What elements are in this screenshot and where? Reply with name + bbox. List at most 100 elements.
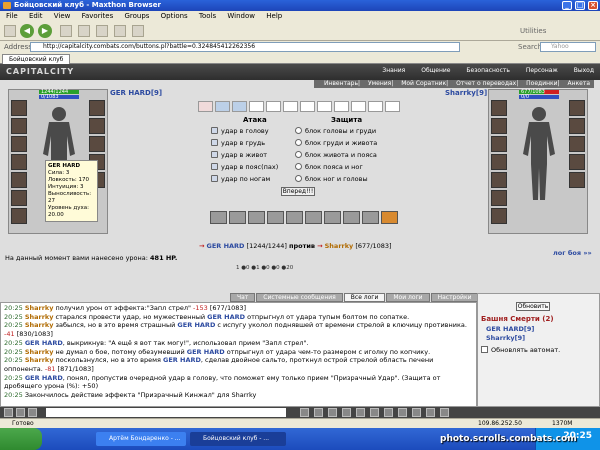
chat-input[interactable] [46,408,286,417]
start-button[interactable] [0,428,42,450]
slot-shield[interactable] [89,118,105,134]
subnav-fights[interactable]: Поединки [526,80,557,87]
subnav-skills[interactable]: Умения [368,80,391,87]
trick-icon[interactable] [381,211,398,224]
defense-radio[interactable] [295,163,302,170]
menu-tools[interactable]: Tools [199,12,216,20]
slot-rings[interactable] [491,208,507,224]
subnav-inventory[interactable]: Инвентарь [324,80,358,87]
back-icon[interactable]: ◀ [20,24,34,38]
maximize-button[interactable]: □ [575,1,585,10]
action-icon[interactable] [342,408,351,417]
smile-icon[interactable] [16,408,25,417]
nav-security[interactable]: Безопасность [466,67,510,74]
sidebar-player2[interactable]: Sharrky[9] [486,334,525,342]
slot-amulet[interactable] [491,136,507,152]
menu-favorites[interactable]: Favorites [82,12,114,20]
action-icon[interactable] [384,408,393,417]
stop-icon[interactable] [60,25,72,37]
spell-slot[interactable] [266,101,281,112]
slot-earrings[interactable] [11,118,27,134]
subnav-profile[interactable]: Анкета [567,80,590,87]
subnav-companion[interactable]: Мой Соратник [401,80,446,87]
slot-shield[interactable] [569,118,585,134]
attack-option-belly[interactable]: удар в живот [211,151,267,160]
attack-radio[interactable] [211,127,218,134]
taskbar-item[interactable]: Бойцовский клуб - ... [190,432,286,446]
attack-option-chest[interactable]: удар в грудь [211,139,265,148]
spell-slot[interactable] [385,101,400,112]
versus-player1[interactable]: GER HARD [207,242,245,250]
defense-radio[interactable] [295,151,302,158]
refresh-icon[interactable] [78,25,90,37]
slot-belt[interactable] [11,190,27,206]
tab-my-logs[interactable]: Мои логи [386,293,430,302]
defense-option-belly-belt[interactable]: блок живота и пояса [295,151,377,160]
nav-knowledge[interactable]: Знания [382,67,405,74]
attack-radio[interactable] [211,163,218,170]
defense-radio[interactable] [295,127,302,134]
subnav-transfers[interactable]: Отчет о переводах [456,80,516,87]
tab-system[interactable]: Системные сообщения [256,293,343,302]
versus-player2[interactable]: Sharrky [325,242,354,250]
utilities-label[interactable]: Utilities [520,27,546,35]
action-icon[interactable] [440,408,449,417]
slot-boots[interactable] [569,154,585,170]
minimize-button[interactable]: _ [562,1,572,10]
trick-icon[interactable] [305,211,322,224]
checkbox-icon[interactable] [481,346,488,353]
slot-helmet[interactable] [11,100,27,116]
menu-edit[interactable]: Edit [29,12,43,20]
action-icon[interactable] [300,408,309,417]
defense-option-belt-legs[interactable]: блок пояса и ног [295,163,363,172]
slot-belt[interactable] [491,190,507,206]
tab-all-logs[interactable]: Все логи [343,293,386,302]
nav-chat[interactable]: Общение [421,67,450,74]
defense-option-head-chest[interactable]: блок головы и груди [295,127,376,136]
menu-view[interactable]: View [54,12,71,20]
attack-option-groin[interactable]: удар в пояс(пах) [211,163,278,172]
groups-icon[interactable] [132,25,144,37]
trick-icon[interactable] [362,211,379,224]
spell-slot[interactable] [334,101,349,112]
defense-radio[interactable] [295,139,302,146]
spell-slot[interactable] [249,101,264,112]
action-icon[interactable] [412,408,421,417]
slot-weapon[interactable] [491,154,507,170]
action-icon[interactable] [328,408,337,417]
close-button[interactable]: × [588,1,598,10]
attack-option-head[interactable]: удар в голову [211,127,269,136]
tab-combats[interactable]: Бойцовский клуб [2,54,71,64]
tab-settings[interactable]: Настройки [430,293,479,302]
spell-slot[interactable] [368,101,383,112]
spell-slot[interactable] [351,101,366,112]
nav-exit[interactable]: Выход [574,67,594,74]
home-icon[interactable] [96,25,108,37]
trick-icon[interactable] [343,211,360,224]
forward-icon[interactable]: ▶ [38,24,52,38]
slot-weapon[interactable] [11,154,27,170]
slot-armor[interactable] [491,172,507,188]
battle-log-link[interactable]: лог боя »» [553,249,592,257]
attack-radio[interactable] [211,139,218,146]
clear-icon[interactable] [28,408,37,417]
action-icon[interactable] [314,408,323,417]
attack-option-legs[interactable]: удар по ногам [211,175,270,184]
taskbar-item[interactable]: Артём Бондаренко - ... [96,432,186,446]
defense-option-chest-belly[interactable]: блок груди и живота [295,139,377,148]
menu-groups[interactable]: Groups [124,12,149,20]
slot-amulet[interactable] [11,136,27,152]
action-icon[interactable] [398,408,407,417]
slot-rings[interactable] [11,208,27,224]
spell-slot[interactable] [300,101,315,112]
auto-refresh-checkbox[interactable]: Обновлять автомат. [481,346,560,354]
forward-button[interactable]: Вперед!!! [281,187,315,196]
slot-gloves[interactable] [569,100,585,116]
spell-slot[interactable] [232,101,247,112]
trick-icon[interactable] [229,211,246,224]
action-icon[interactable] [370,408,379,417]
spell-slot[interactable] [198,101,213,112]
menu-window[interactable]: Window [227,12,255,20]
action-icon[interactable] [356,408,365,417]
spell-slot[interactable] [215,101,230,112]
